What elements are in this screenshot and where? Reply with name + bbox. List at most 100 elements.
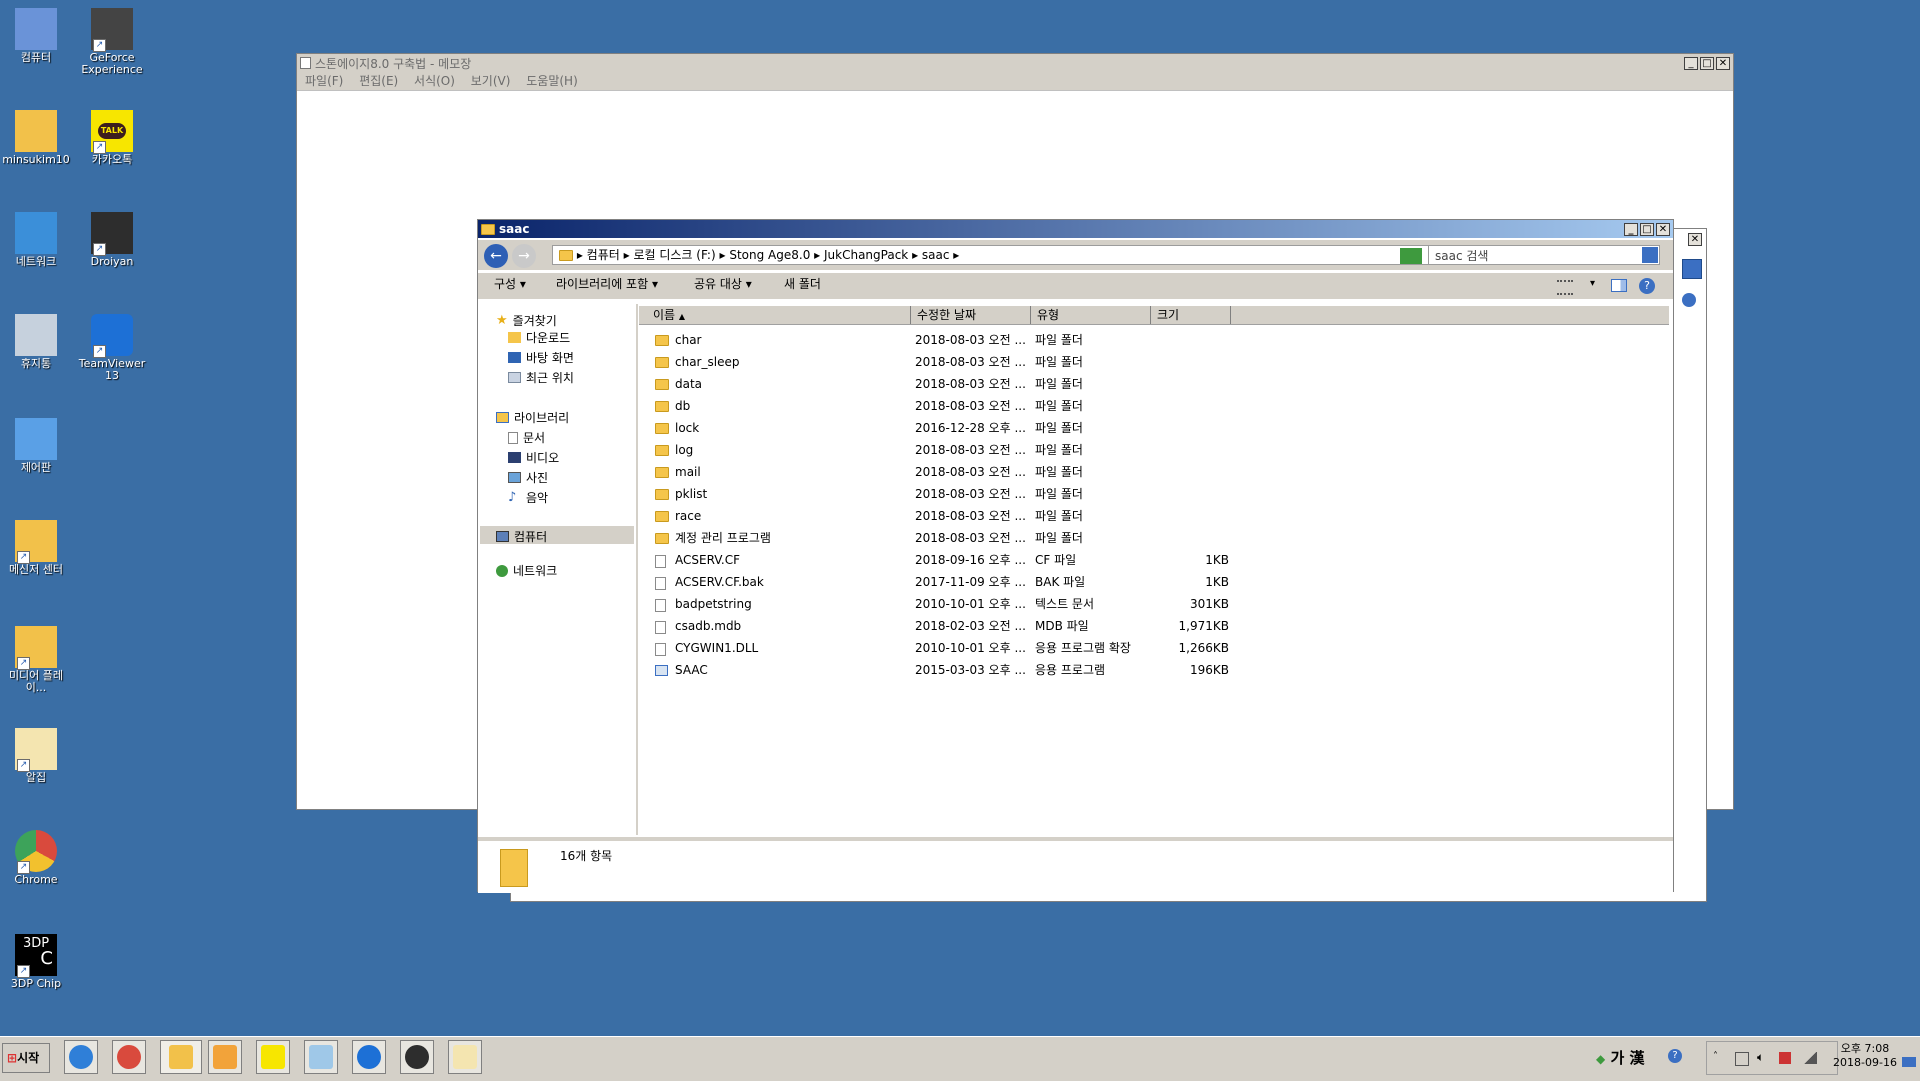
- new-folder-button[interactable]: 새 폴더: [784, 273, 821, 295]
- nav-favorites[interactable]: ★ 즐겨찾기: [496, 312, 557, 329]
- language-bar[interactable]: ◆ 가 漢: [1596, 1047, 1645, 1068]
- file-row[interactable]: 계정 관리 프로그램 2018-08-03 오전 ... 파일 폴더: [639, 529, 1669, 547]
- file-row[interactable]: badpetstring 2010-10-01 오후 ... 텍스트 문서 301KB: [639, 595, 1669, 613]
- preview-pane-icon[interactable]: [1611, 279, 1627, 292]
- nav-libraries[interactable]: 라이브러리: [496, 409, 569, 426]
- maximize-button[interactable]: □: [1700, 56, 1714, 70]
- file-row[interactable]: char_sleep 2018-08-03 오전 ... 파일 폴더: [639, 353, 1669, 371]
- desktop-icon-media-player[interactable]: ↗ 미디어 플레이...: [0, 622, 72, 694]
- tray-signal-icon[interactable]: [1803, 1052, 1817, 1064]
- notepad-titlebar[interactable]: 스톤에이지8.0 구축법 - 메모장 _ □ ✕: [297, 54, 1733, 72]
- file-row[interactable]: ACSERV.CF.bak 2017-11-09 오후 ... BAK 파일 1KB: [639, 573, 1669, 591]
- minimize-button[interactable]: _: [1684, 56, 1698, 70]
- breadcrumb-segment[interactable]: JukChangPack: [824, 248, 908, 262]
- file-row[interactable]: db 2018-08-03 오전 ... 파일 폴더: [639, 397, 1669, 415]
- desktop-icon-computer[interactable]: 컴퓨터: [0, 4, 72, 64]
- column-modified[interactable]: 수정한 날짜: [911, 306, 1031, 324]
- nav-music[interactable]: ♪ 음악: [508, 489, 548, 506]
- breadcrumb-segment[interactable]: 로컬 디스크 (F:): [633, 248, 715, 262]
- explorer-window[interactable]: saac _ □ ✕ ← → ▸ 컴퓨터 ▸ 로컬 디스크 (F:) ▸ Sto…: [477, 219, 1674, 893]
- background-help-icon[interactable]: [1682, 293, 1696, 307]
- view-dropdown-icon[interactable]: ▾: [1590, 278, 1595, 289]
- show-desktop-icon[interactable]: [1902, 1057, 1916, 1067]
- desktop-icon-control-panel[interactable]: 제어판: [0, 414, 72, 474]
- breadcrumb-segment[interactable]: 컴퓨터: [587, 248, 620, 262]
- file-row[interactable]: log 2018-08-03 오전 ... 파일 폴더: [639, 441, 1669, 459]
- minimize-button[interactable]: _: [1624, 222, 1638, 236]
- menu-format[interactable]: 서식(O): [414, 74, 455, 88]
- desktop-icon-teamviewer[interactable]: ↗ TeamViewer 13: [76, 310, 148, 382]
- back-button[interactable]: ←: [484, 244, 508, 268]
- desktop-icon-geforce[interactable]: ↗ GeForce Experience: [76, 4, 148, 76]
- search-box[interactable]: saac 검색: [1428, 245, 1660, 265]
- desktop-icon-3dp-chip[interactable]: 3DP C ↗ 3DP Chip: [0, 930, 72, 990]
- nav-network[interactable]: 네트워크: [496, 562, 557, 579]
- file-row[interactable]: data 2018-08-03 오전 ... 파일 폴더: [639, 375, 1669, 393]
- tray-volume-icon[interactable]: 🔈︎: [1757, 1050, 1764, 1065]
- include-library-button[interactable]: 라이브러리에 포함 ▾: [556, 273, 658, 295]
- tray-security-icon[interactable]: [1779, 1052, 1791, 1064]
- breadcrumb-segment[interactable]: Stong Age8.0: [729, 248, 810, 262]
- menu-edit[interactable]: 편집(E): [359, 74, 398, 88]
- file-row[interactable]: pklist 2018-08-03 오전 ... 파일 폴더: [639, 485, 1669, 503]
- nav-downloads[interactable]: 다운로드: [508, 329, 570, 346]
- desktop-icon-messenger-center[interactable]: ↗ 메신저 센터: [0, 516, 72, 576]
- background-close-button[interactable]: ✕: [1688, 233, 1702, 246]
- taskbar-chrome-button[interactable]: [112, 1040, 146, 1074]
- nav-videos[interactable]: 비디오: [508, 449, 559, 466]
- taskbar-teamviewer-button[interactable]: [352, 1040, 386, 1074]
- file-row[interactable]: race 2018-08-03 오전 ... 파일 폴더: [639, 507, 1669, 525]
- tray-network-icon[interactable]: [1735, 1052, 1749, 1066]
- start-button[interactable]: ⊞시작: [2, 1043, 50, 1073]
- column-type[interactable]: 유형: [1031, 306, 1151, 324]
- ime-help-icon[interactable]: ?: [1668, 1049, 1682, 1063]
- taskbar-media-player-button[interactable]: [208, 1040, 242, 1074]
- taskbar-kakaotalk-button[interactable]: [256, 1040, 290, 1074]
- file-row[interactable]: mail 2018-08-03 오전 ... 파일 폴더: [639, 463, 1669, 481]
- close-button[interactable]: ✕: [1656, 222, 1670, 236]
- taskbar-alzip-button[interactable]: [448, 1040, 482, 1074]
- background-search-icon[interactable]: [1682, 259, 1702, 279]
- file-row[interactable]: SAAC 2015-03-03 오후 ... 응용 프로그램 196KB: [639, 661, 1669, 679]
- nav-desktop[interactable]: 바탕 화면: [508, 349, 574, 366]
- desktop-icon-network[interactable]: 네트워크: [0, 208, 72, 268]
- taskbar-internet-explorer-button[interactable]: [64, 1040, 98, 1074]
- refresh-button[interactable]: [1400, 248, 1422, 264]
- organize-button[interactable]: 구성 ▾: [494, 273, 526, 295]
- breadcrumb[interactable]: ▸ 컴퓨터 ▸ 로컬 디스크 (F:) ▸ Stong Age8.0 ▸ Juk…: [552, 245, 1472, 265]
- nav-computer[interactable]: 컴퓨터: [496, 528, 547, 545]
- nav-recent[interactable]: 최근 위치: [508, 369, 574, 386]
- file-row[interactable]: ACSERV.CF 2018-09-16 오후 ... CF 파일 1KB: [639, 551, 1669, 569]
- search-input[interactable]: saac 검색: [1435, 247, 1488, 264]
- file-row[interactable]: CYGWIN1.DLL 2010-10-01 오후 ... 응용 프로그램 확장 1,…: [639, 639, 1669, 657]
- tray-expand-icon[interactable]: ˄: [1713, 1051, 1718, 1062]
- taskbar-notepad-button[interactable]: [304, 1040, 338, 1074]
- taskbar-explorer-button[interactable]: [160, 1040, 202, 1074]
- nav-pictures[interactable]: 사진: [508, 469, 548, 486]
- desktop-icon-user-folder[interactable]: minsukim10: [0, 106, 72, 166]
- clock[interactable]: 오후 7:08 2018-09-16: [1832, 1042, 1898, 1070]
- share-button[interactable]: 공유 대상 ▾: [694, 273, 752, 295]
- breadcrumb-segment[interactable]: saac: [922, 248, 950, 262]
- column-size[interactable]: 크기: [1151, 306, 1231, 324]
- taskbar-ultraedit-button[interactable]: [400, 1040, 434, 1074]
- column-name[interactable]: 이름 ▲: [639, 306, 911, 324]
- help-icon[interactable]: ?: [1639, 278, 1655, 294]
- close-button[interactable]: ✕: [1716, 56, 1730, 70]
- menu-help[interactable]: 도움말(H): [526, 74, 578, 88]
- maximize-button[interactable]: □: [1640, 222, 1654, 236]
- menu-file[interactable]: 파일(F): [305, 74, 343, 88]
- desktop-icon-droiyan[interactable]: ↗ Droiyan: [76, 208, 148, 268]
- view-options-icon[interactable]: [1557, 280, 1573, 295]
- desktop-icon-alzip[interactable]: ↗ 알집: [0, 724, 72, 784]
- desktop-icon-kakaotalk[interactable]: TALK ↗ 카카오톡: [76, 106, 148, 166]
- explorer-titlebar[interactable]: saac _ □ ✕: [478, 220, 1673, 238]
- file-row[interactable]: lock 2016-12-28 오후 ... 파일 폴더: [639, 419, 1669, 437]
- nav-documents[interactable]: 문서: [508, 429, 545, 446]
- file-row[interactable]: char 2018-08-03 오전 ... 파일 폴더: [639, 331, 1669, 349]
- search-icon[interactable]: [1642, 247, 1658, 263]
- desktop-icon-chrome[interactable]: ↗ Chrome: [0, 826, 72, 886]
- forward-button[interactable]: →: [512, 244, 536, 268]
- file-row[interactable]: csadb.mdb 2018-02-03 오전 ... MDB 파일 1,971KB: [639, 617, 1669, 635]
- desktop-icon-recycle-bin[interactable]: 휴지통: [0, 310, 72, 370]
